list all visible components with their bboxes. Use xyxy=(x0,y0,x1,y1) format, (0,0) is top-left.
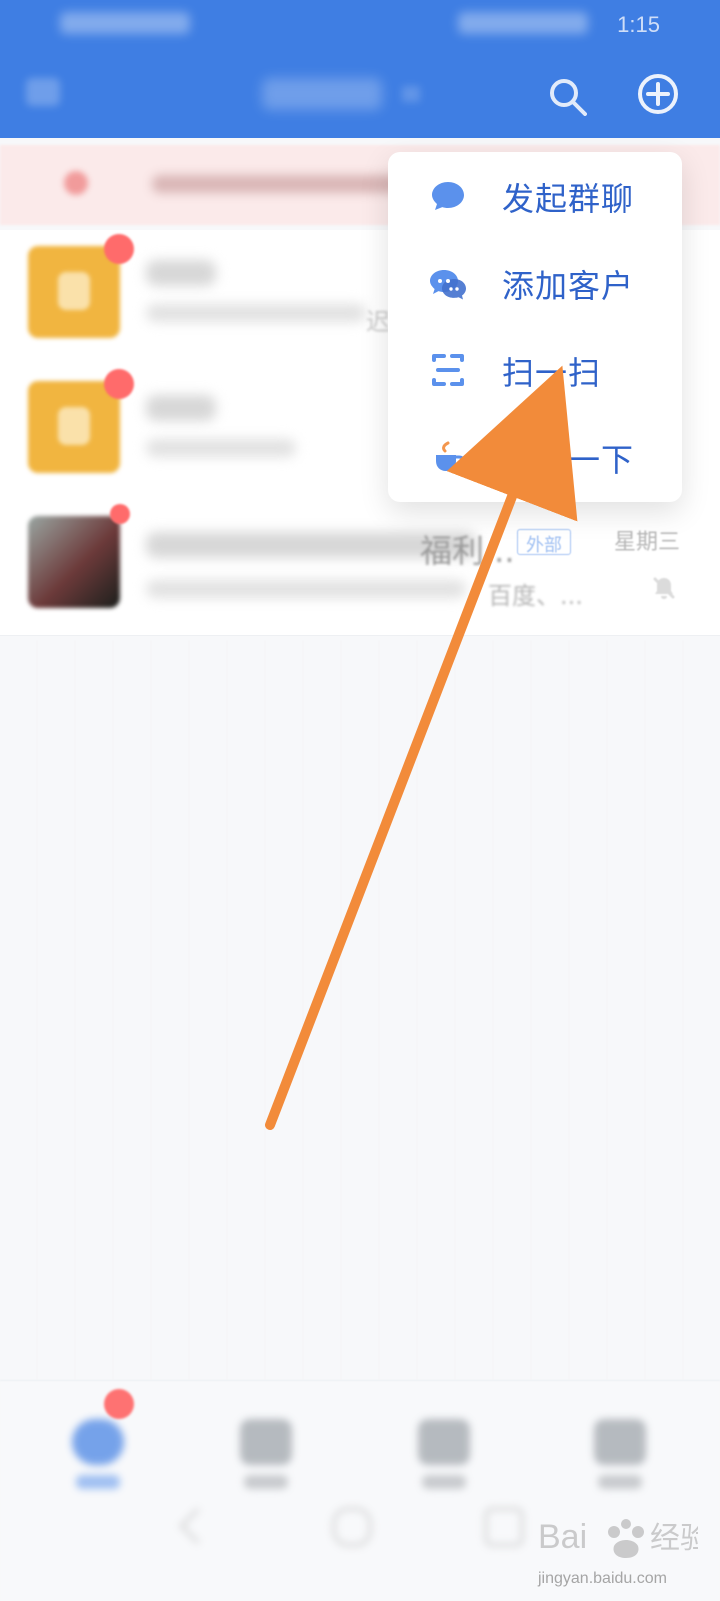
chat-avatar xyxy=(28,381,120,473)
menu-item-start-group-chat[interactable]: 发起群聊 xyxy=(388,152,682,239)
header-chevron-blurred[interactable] xyxy=(402,86,420,102)
unread-badge xyxy=(104,234,134,264)
menu-item-take-a-break[interactable]: 休息一下 xyxy=(388,413,682,500)
tab-icon xyxy=(72,1419,124,1465)
unread-dot xyxy=(110,504,130,524)
tab-label-blurred xyxy=(422,1475,466,1489)
chat-avatar xyxy=(28,246,120,338)
tab-label-blurred xyxy=(244,1475,288,1489)
tab-2[interactable] xyxy=(226,1419,306,1499)
coffee-cup-icon xyxy=(428,437,468,477)
notice-icon-blurred xyxy=(64,171,88,195)
chat-preview-tail: 百度、... xyxy=(488,582,583,610)
avatar-glyph xyxy=(58,407,90,445)
status-right-blurred xyxy=(458,12,588,34)
unread-badge xyxy=(104,369,134,399)
menu-item-label: 发起群聊 xyxy=(502,180,635,218)
chat-avatar xyxy=(28,516,120,608)
back-button[interactable] xyxy=(178,1507,216,1545)
watermark-url: jingyan.baidu.com xyxy=(538,1570,667,1587)
bell-mute-icon xyxy=(653,577,675,599)
menu-item-label: 休息一下 xyxy=(502,441,635,479)
menu-item-label: 扫一扫 xyxy=(502,354,602,392)
recents-button[interactable] xyxy=(484,1507,524,1547)
app-header: 1:15 xyxy=(0,0,720,138)
tab-3[interactable] xyxy=(404,1419,484,1499)
chat-preview-tail: 迟 xyxy=(366,308,390,336)
scan-icon xyxy=(428,350,468,390)
tab-label-blurred xyxy=(598,1475,642,1489)
home-button[interactable] xyxy=(332,1507,372,1547)
header-title-blurred xyxy=(262,78,382,110)
baidu-jingyan-logo: Bai 经验 xyxy=(538,1496,710,1576)
menu-item-scan[interactable]: 扫一扫 xyxy=(388,326,682,413)
external-tag: 外部 xyxy=(517,529,571,556)
tab-icon xyxy=(594,1419,646,1465)
chat-title-blurred xyxy=(146,395,216,421)
chat-bubble-icon xyxy=(428,176,468,216)
tab-4[interactable] xyxy=(580,1419,660,1499)
svg-text:Bai: Bai xyxy=(538,1518,587,1556)
tab-label-blurred xyxy=(76,1475,120,1489)
popup-menu: 发起群聊 添加客户 扫一扫 休息一下 xyxy=(388,152,682,502)
tab-badge xyxy=(104,1389,134,1419)
search-button[interactable] xyxy=(545,74,589,118)
status-bar: 1:15 xyxy=(0,0,720,48)
chat-title-blurred xyxy=(146,260,216,286)
chat-preview-blurred xyxy=(146,304,366,322)
chat-preview-blurred xyxy=(146,439,296,457)
tab-icon xyxy=(418,1419,470,1465)
avatar-glyph xyxy=(58,272,90,310)
mute-icon xyxy=(650,574,678,602)
menu-item-label: 添加客户 xyxy=(502,267,635,305)
tab-messages[interactable] xyxy=(58,1419,138,1499)
status-left-blurred xyxy=(60,12,190,34)
chat-preview-blurred xyxy=(146,580,466,598)
chat-title-tail: 福利... xyxy=(420,532,515,570)
header-left-control-blurred[interactable] xyxy=(26,78,60,106)
background-pattern xyxy=(0,640,720,1380)
wechat-icon xyxy=(428,263,468,303)
chat-row[interactable]: 福利... 外部 星期三 百度、... xyxy=(0,500,720,636)
status-time: 1:15 xyxy=(617,12,660,37)
menu-item-add-customer[interactable]: 添加客户 xyxy=(388,239,682,326)
search-icon xyxy=(550,79,587,116)
svg-text:经验: 经验 xyxy=(650,1521,698,1556)
plus-circle-icon xyxy=(638,74,678,114)
add-button[interactable] xyxy=(636,72,680,116)
notice-text-blurred xyxy=(152,175,402,193)
chat-time: 星期三 xyxy=(613,530,680,555)
tab-icon xyxy=(240,1419,292,1465)
